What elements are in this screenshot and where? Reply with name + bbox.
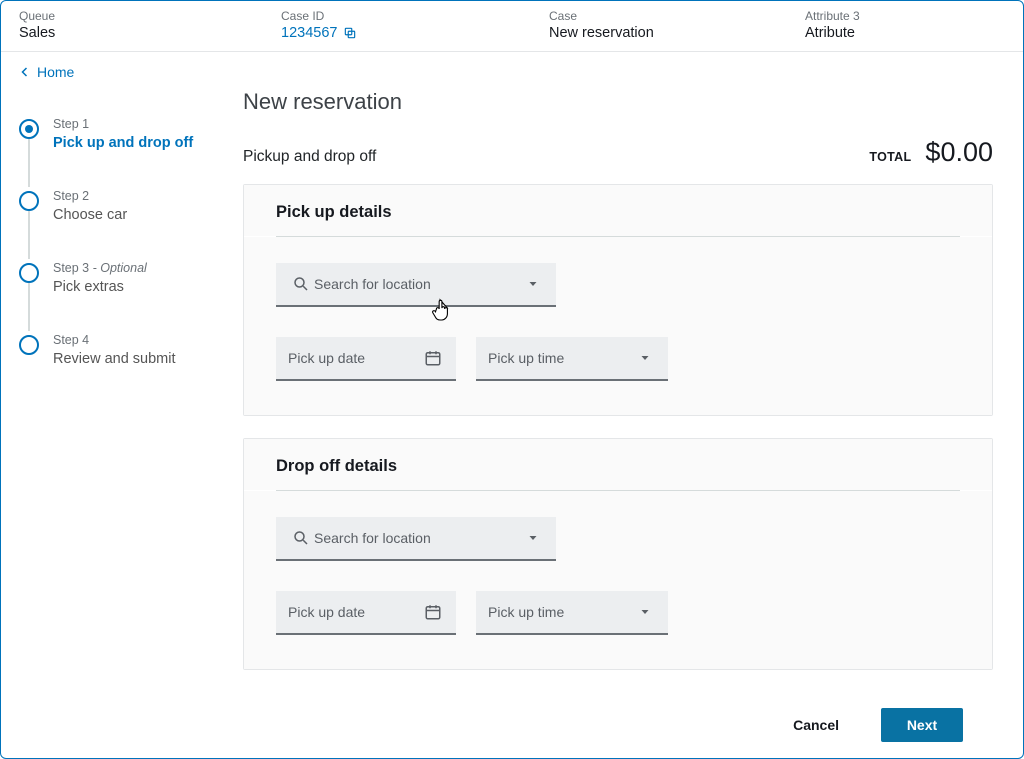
cancel-button[interactable]: Cancel [773, 708, 859, 742]
breadcrumb-home[interactable]: Home [19, 64, 74, 80]
step-dot-icon [19, 191, 39, 211]
step-2[interactable]: Step 2 Choose car [19, 189, 233, 233]
case-value: New reservation [549, 25, 795, 41]
page-title: New reservation [243, 89, 993, 115]
next-button[interactable]: Next [881, 708, 963, 742]
dropoff-date-input[interactable]: Pick up date [276, 591, 456, 635]
chevron-down-icon [634, 352, 656, 364]
total-value: $0.00 [925, 137, 993, 168]
step-dot-icon [19, 335, 39, 355]
pickup-card-title: Pick up details [276, 203, 960, 222]
step-1[interactable]: Step 1 Pick up and drop off [19, 117, 233, 161]
calendar-icon [422, 603, 444, 621]
dropoff-time-input[interactable]: Pick up time [476, 591, 668, 635]
step-nav: Step 1 Pick up and drop off Step 2 Choos… [1, 87, 243, 758]
step-3[interactable]: Step 3 - Optional Pick extras [19, 261, 233, 305]
total-label: TOTAL [869, 150, 911, 164]
chevron-left-icon [19, 66, 31, 78]
step-dot-icon [19, 263, 39, 283]
queue-value: Sales [19, 25, 271, 41]
dropoff-location-input[interactable]: Search for location [276, 517, 556, 561]
step-dot-icon [19, 119, 39, 139]
caseid-value: 1234567 [281, 25, 337, 41]
dropoff-card: Drop off details Search for location [243, 438, 993, 670]
chevron-down-icon [522, 278, 544, 290]
search-icon [288, 529, 314, 547]
pickup-time-input[interactable]: Pick up time [476, 337, 668, 381]
pickup-card: Pick up details Search for location [243, 184, 993, 416]
header-bar: Queue Sales Case ID 1234567 Case New res… [1, 1, 1023, 52]
chevron-down-icon [522, 532, 544, 544]
step-4[interactable]: Step 4 Review and submit [19, 333, 233, 377]
section-subtitle: Pickup and drop off [243, 148, 376, 166]
queue-label: Queue [19, 9, 271, 23]
pickup-location-input[interactable]: Search for location [276, 263, 556, 307]
caseid-link[interactable]: 1234567 [281, 25, 539, 41]
dropoff-card-title: Drop off details [276, 457, 960, 476]
copy-icon[interactable] [343, 26, 357, 40]
attr-label: Attribute 3 [805, 9, 1005, 23]
chevron-down-icon [634, 606, 656, 618]
calendar-icon [422, 349, 444, 367]
breadcrumb-label: Home [37, 64, 74, 80]
pickup-date-input[interactable]: Pick up date [276, 337, 456, 381]
attr-value: Atribute [805, 25, 1005, 41]
caseid-label: Case ID [281, 9, 539, 23]
search-icon [288, 275, 314, 293]
case-label: Case [549, 9, 795, 23]
